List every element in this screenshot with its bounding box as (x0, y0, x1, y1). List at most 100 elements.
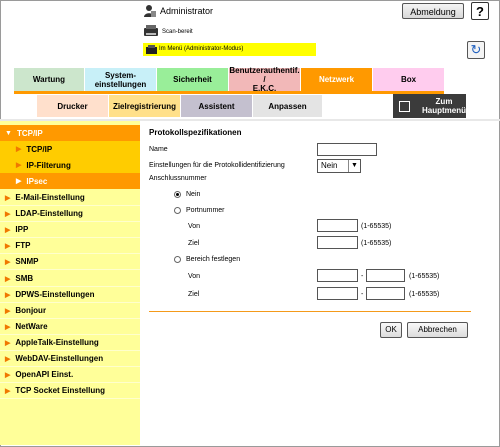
sidebar-item[interactable]: ▶ NetWare (0, 319, 140, 335)
sidebar-item-label: TCP/IP (16, 128, 43, 138)
chevron-right-icon: ▶ (5, 355, 11, 363)
sidebar-item[interactable]: ▶ E-Mail-Einstellung (0, 190, 140, 206)
radio-none-label: Nein (186, 191, 201, 198)
range-from-start-input[interactable] (317, 269, 358, 282)
port-to-range-hint: (1-65535) (361, 240, 392, 247)
radio-port-number-label: Portnummer (186, 207, 225, 214)
subtab-label: Drucker (57, 101, 88, 111)
chevron-right-icon: ▶ (16, 178, 22, 185)
sidebar-item-label: IPsec (26, 176, 48, 186)
sidebar-item-label: E-Mail-Einstellung (15, 193, 85, 202)
sidebar-item[interactable]: ▼ TCP/IP (0, 125, 140, 141)
tab-label: Netzwerk (318, 75, 355, 84)
sidebar-item-label: WebDAV-Einstellungen (15, 354, 104, 363)
main-menu-button[interactable]: Zum Hauptmenü (393, 94, 466, 118)
protocol-id-select[interactable]: Nein ▼ (317, 159, 361, 173)
tab-active-band (14, 91, 444, 94)
sidebar-item[interactable]: ▶ SMB (0, 271, 140, 287)
port-to-input[interactable] (317, 236, 358, 249)
radio-port-number[interactable] (174, 207, 181, 214)
mode-status-bar: Im Menü (Administrator-Modus) (143, 43, 316, 56)
name-input[interactable] (317, 143, 377, 156)
sidebar-item[interactable]: ▶ DPWS-Einstellungen (0, 287, 140, 303)
sidebar-item-label: IP-Filterung (26, 160, 71, 170)
subtab-drucker[interactable]: Drucker (37, 95, 108, 117)
sidebar-item[interactable]: ▶ IPsec (0, 173, 140, 189)
form-separator (149, 311, 471, 312)
range-from-end-input[interactable] (366, 269, 405, 282)
tab-box[interactable]: Box (373, 68, 444, 91)
sidebar-item-label: TCP/IP (26, 144, 53, 154)
port-from-input[interactable] (317, 219, 358, 232)
sidebar-item-label: AppleTalk-Einstellung (15, 338, 99, 347)
sidebar-item-label: TCP Socket Einstellung (15, 386, 106, 395)
sidebar-item[interactable]: ▶ IP-Filterung (0, 157, 140, 173)
sidebar-item[interactable]: ▶ SNMP (0, 254, 140, 270)
chevron-right-icon: ▶ (5, 242, 11, 250)
chevron-right-icon: ▶ (5, 210, 11, 218)
sidebar-item-label: IPP (15, 225, 29, 234)
tab-label: Box (400, 75, 417, 84)
port-to-label: Ziel (188, 240, 200, 247)
chevron-right-icon: ▶ (5, 371, 11, 379)
cancel-button[interactable]: Abbrechen (407, 322, 468, 338)
name-label: Name (149, 146, 168, 153)
range-from-hint: (1-65535) (409, 273, 440, 280)
sidebar-item-label: LDAP-Einstellung (15, 209, 83, 218)
sidebar-item[interactable]: ▶ WebDAV-Einstellungen (0, 351, 140, 367)
sidebar-item[interactable]: ▶ Bonjour (0, 303, 140, 319)
radio-none[interactable] (174, 191, 181, 198)
sidebar-item-label: DPWS-Einstellungen (15, 290, 95, 299)
administrator-icon (144, 5, 156, 17)
range-from-dash: - (361, 273, 364, 280)
tab-label: Sicherheit (173, 75, 212, 84)
range-to-dash: - (361, 291, 364, 298)
chevron-down-icon: ▼ (5, 129, 12, 137)
tab-netzwerk[interactable]: Netzwerk (301, 68, 372, 91)
chevron-right-icon: ▶ (5, 307, 11, 315)
chevron-right-icon: ▶ (5, 339, 11, 347)
sidebar-item[interactable]: ▶ FTP (0, 238, 140, 254)
subtab-assistent[interactable]: Assistent (181, 95, 252, 117)
chevron-right-icon: ▶ (5, 275, 11, 283)
refresh-icon: ↻ (470, 42, 482, 57)
chevron-right-icon: ▶ (16, 162, 22, 169)
tab-benutzerauthentif[interactable]: Benutzerauthentif. / E.K.C. (229, 66, 300, 93)
sidebar-item-label: SMB (15, 274, 34, 283)
tab-label: Wartung (32, 75, 66, 84)
range-to-label: Ziel (188, 291, 200, 298)
range-from-label: Von (188, 273, 201, 280)
radio-range-label: Bereich festlegen (186, 256, 241, 263)
chevron-right-icon: ▶ (5, 291, 11, 299)
user-label: Administrator (160, 6, 214, 16)
chevron-right-icon: ▶ (5, 387, 11, 395)
refresh-button[interactable]: ↻ (467, 41, 485, 59)
radio-range[interactable] (174, 256, 181, 263)
subtab-label: Anpassen (268, 101, 307, 111)
port-from-label: Von (188, 223, 201, 230)
sidebar-item[interactable]: ▶ TCP Socket Einstellung (0, 383, 140, 399)
page-title: Protokollspezifikationen (149, 128, 242, 137)
sidebar-item[interactable]: ▶ AppleTalk-Einstellung (0, 335, 140, 351)
chevron-right-icon: ▶ (5, 323, 11, 331)
port-from-range-hint: (1-65535) (361, 223, 392, 230)
tab-systemeinstellungen[interactable]: System- einstellungen (85, 68, 156, 91)
chevron-right-icon: ▶ (16, 146, 22, 153)
subtab-zielregistrierung[interactable]: Zielregistrierung (109, 95, 180, 117)
ok-button[interactable]: OK (380, 322, 402, 338)
main-menu-label: Zum Hauptmenü (422, 97, 466, 115)
range-to-hint: (1-65535) (409, 291, 440, 298)
range-to-start-input[interactable] (317, 287, 358, 300)
tab-sicherheit[interactable]: Sicherheit (157, 68, 228, 91)
sidebar-item[interactable]: ▶ TCP/IP (0, 141, 140, 157)
sidebar-item[interactable]: ▶ IPP (0, 222, 140, 238)
tab-wartung[interactable]: Wartung (14, 68, 84, 91)
help-button[interactable]: ? (471, 2, 489, 20)
sidebar-item[interactable]: ▶ LDAP-Einstellung (0, 206, 140, 222)
sidebar-item[interactable]: ▶ OpenAPI Einst. (0, 367, 140, 383)
range-to-end-input[interactable] (366, 287, 405, 300)
sidebar: ▼ TCP/IP ▶ TCP/IP ▶ IP-Filterung ▶ IPsec ▶ E-Mail… (0, 121, 140, 445)
logout-button[interactable]: Abmeldung (402, 3, 464, 19)
protocol-id-value: Nein (321, 161, 338, 170)
subtab-anpassen[interactable]: Anpassen (253, 95, 322, 117)
